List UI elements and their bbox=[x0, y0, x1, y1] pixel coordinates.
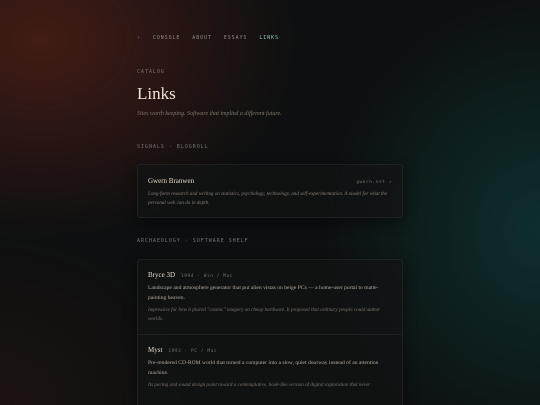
nav-links-link[interactable]: LINKS bbox=[259, 35, 279, 41]
list-item[interactable]: Bryce 3D 1994 · Win / Mac Landscape and … bbox=[138, 260, 402, 334]
item-header: Bryce 3D 1994 · Win / Mac bbox=[148, 271, 392, 279]
nav-essays-link[interactable]: ESSAYS bbox=[224, 35, 247, 41]
software-shelf-card: Bryce 3D 1994 · Win / Mac Landscape and … bbox=[137, 259, 403, 405]
blogroll-card[interactable]: Gwern Branwen gwern.net ↗ Long-form rese… bbox=[137, 164, 403, 218]
item-description: Landscape and atmosphere generator that … bbox=[148, 285, 379, 301]
item-title: Myst bbox=[148, 346, 163, 354]
item-title: Bryce 3D bbox=[148, 271, 176, 279]
top-nav: › CONSOLE ABOUT ESSAYS LINKS bbox=[137, 35, 279, 41]
shelf-kicker: ARCHAEOLOGY · SOFTWARE SHELF bbox=[137, 239, 249, 244]
page-subtitle: Sites worth keeping. Software that impli… bbox=[137, 111, 282, 117]
catalog-kicker: CATALOG bbox=[137, 70, 165, 75]
blogroll-card-header: Gwern Branwen gwern.net ↗ bbox=[148, 177, 392, 185]
item-description: Pre-rendered CD-ROM world that turned a … bbox=[148, 360, 379, 376]
blogroll-card-title: Gwern Branwen bbox=[148, 177, 195, 185]
blogroll-card-description: Long-form research and writing on statis… bbox=[148, 191, 388, 206]
blogroll-kicker: SIGNALS · BLOGROLL bbox=[137, 145, 209, 150]
item-meta: 1993 · PC / Mac bbox=[168, 349, 218, 354]
blogroll-card-link[interactable]: gwern.net ↗ bbox=[356, 180, 392, 185]
nav-about-link[interactable]: ABOUT bbox=[192, 35, 212, 41]
item-header: Myst 1993 · PC / Mac bbox=[148, 346, 392, 354]
nav-home-link[interactable]: › bbox=[137, 35, 141, 41]
item-note: Its pacing and sound design point toward… bbox=[148, 382, 371, 388]
nav-console-link[interactable]: CONSOLE bbox=[153, 35, 180, 41]
page-title: Links bbox=[137, 84, 176, 103]
item-note: Impressive for how it placed "cosmic" im… bbox=[148, 307, 381, 322]
list-item[interactable]: Myst 1993 · PC / Mac Pre-rendered CD-ROM… bbox=[138, 335, 402, 390]
item-meta: 1994 · Win / Mac bbox=[181, 274, 233, 279]
